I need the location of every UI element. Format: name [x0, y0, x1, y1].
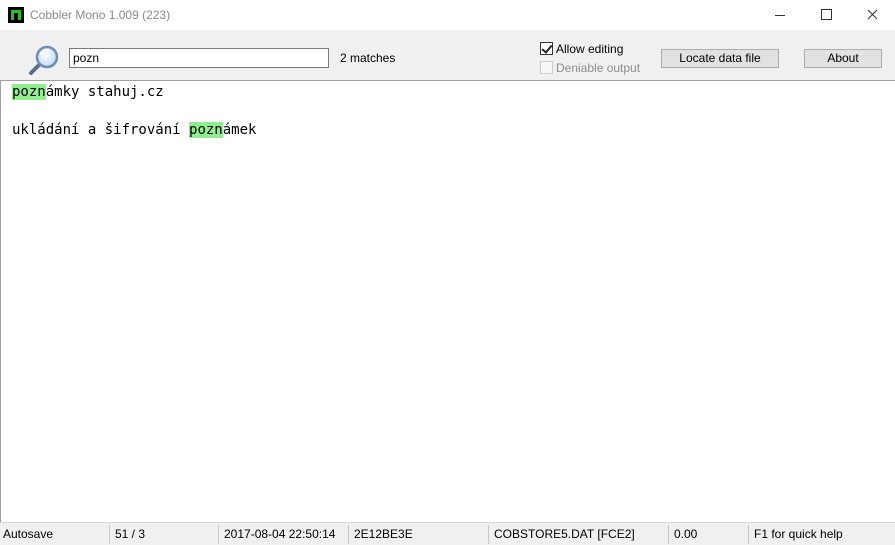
deniable-output-checkbox — [540, 61, 553, 74]
status-file: COBSTORE5.DAT [FCE2] — [494, 527, 635, 541]
status-help: F1 for quick help — [754, 527, 843, 541]
window-title: Cobbler Mono 1.009 (223) — [30, 8, 171, 22]
app-icon[interactable] — [8, 7, 24, 23]
status-value: 0.00 — [674, 527, 698, 541]
title-bar: Cobbler Mono 1.009 (223) — [0, 0, 895, 30]
locate-data-file-button[interactable]: Locate data file — [661, 49, 779, 68]
allow-editing-checkbox[interactable] — [540, 42, 553, 55]
line-text: ámek — [222, 122, 257, 138]
editor-line: ukládání a šifrování poznámek — [12, 121, 256, 140]
allow-editing-label: Allow editing — [556, 42, 624, 56]
deniable-output-label: Deniable output — [556, 61, 641, 75]
search-input[interactable] — [69, 48, 329, 68]
status-bar: Autosave 51 / 3 2017-08-04 22:50:14 2E12… — [0, 522, 895, 545]
search-match-highlight: pozn — [12, 84, 46, 100]
search-match-highlight: pozn — [189, 122, 223, 138]
minimize-icon[interactable] — [757, 0, 803, 30]
text-editor[interactable]: poznámky stahuj.cz ukládání a šifrování … — [0, 80, 895, 522]
search-icon — [29, 45, 59, 75]
match-count: 2 matches — [340, 51, 396, 65]
toolbar: 2 matches Allow editing Deniable output … — [0, 30, 895, 80]
editor-line: poznámky stahuj.cz — [12, 83, 164, 102]
line-text: ukládání a šifrování — [12, 122, 190, 138]
close-icon[interactable] — [849, 0, 895, 30]
about-button[interactable]: About — [804, 49, 882, 68]
line-text: ámky stahuj.cz — [45, 84, 164, 100]
status-autosave: Autosave — [3, 527, 54, 541]
status-hash: 2E12BE3E — [354, 527, 413, 541]
status-position: 51 / 3 — [115, 527, 146, 541]
status-timestamp: 2017-08-04 22:50:14 — [224, 527, 336, 541]
maximize-icon[interactable] — [803, 0, 849, 30]
